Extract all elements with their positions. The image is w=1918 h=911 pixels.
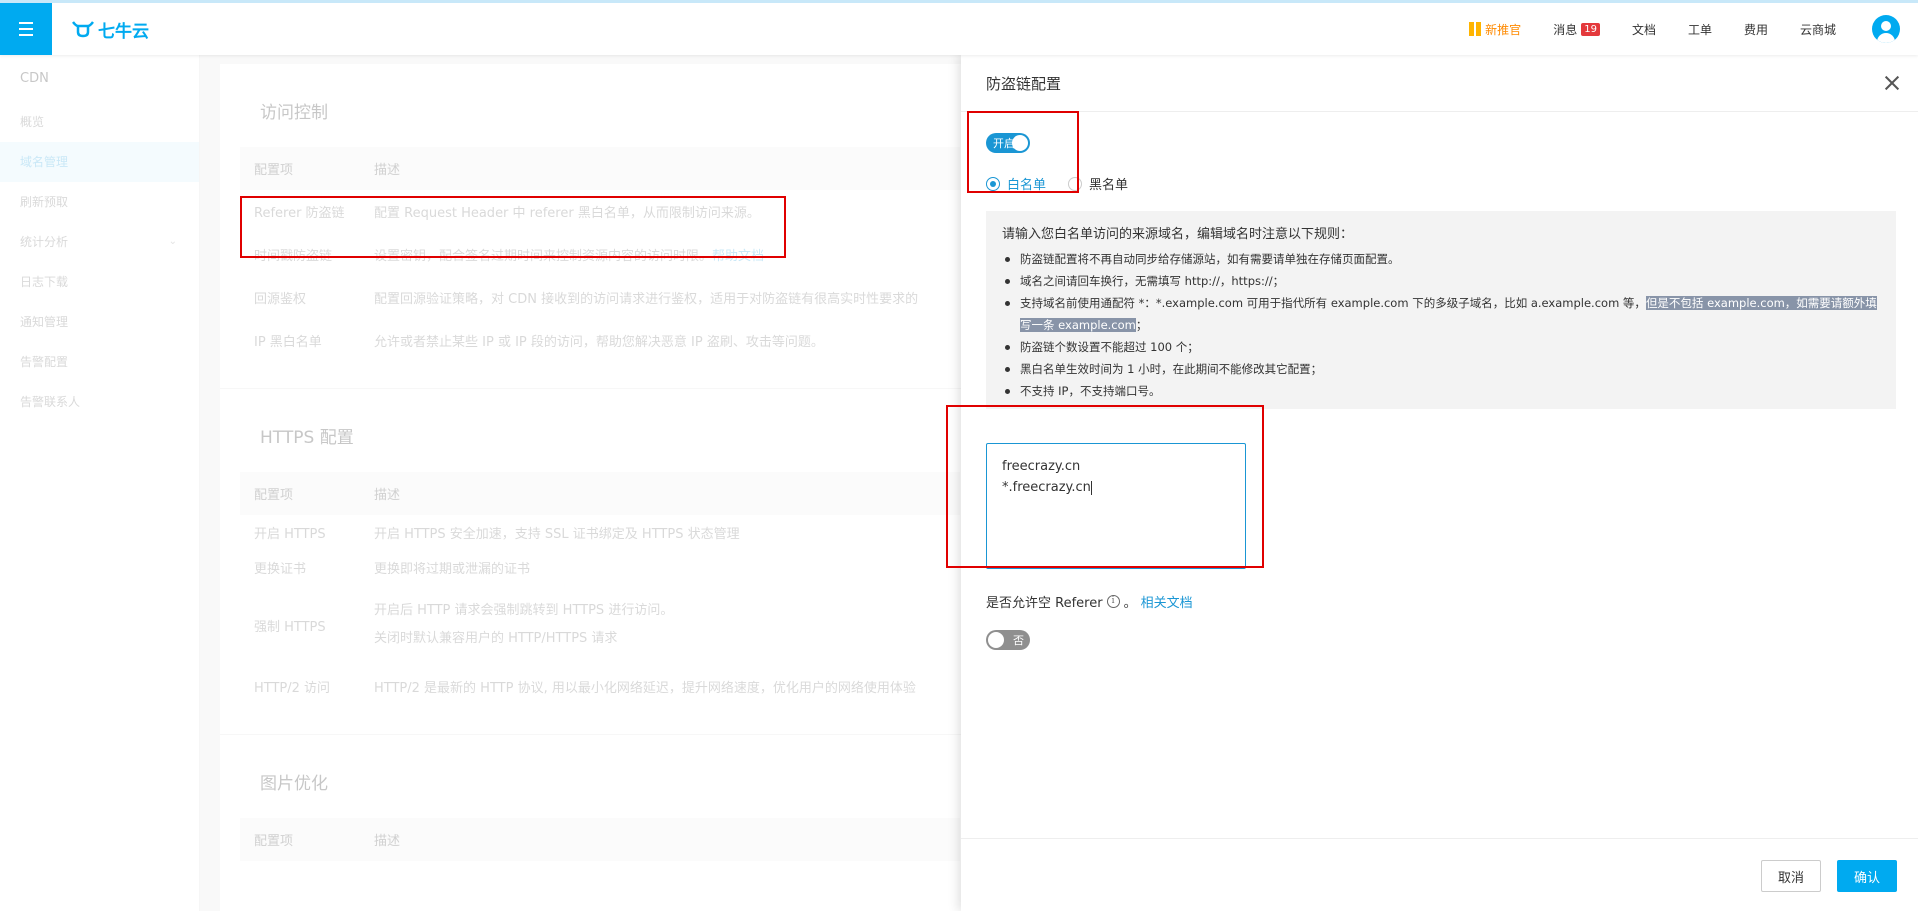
nav-messages-label: 消息 bbox=[1553, 22, 1578, 37]
empty-referer-toggle[interactable]: 否 bbox=[986, 630, 1030, 650]
blacklist-label: 黑名单 bbox=[1089, 178, 1129, 193]
logo-text: 七牛云 bbox=[98, 21, 149, 42]
avatar[interactable] bbox=[1872, 15, 1900, 43]
list-item: 黑白名单生效时间为 1 小时，在此期间不能修改其它配置； bbox=[1002, 358, 1880, 380]
list-item: 不支持 IP，不支持端口号。 bbox=[1002, 380, 1880, 402]
highlight-box bbox=[240, 196, 786, 258]
empty-toggle-label: 否 bbox=[1013, 634, 1024, 647]
gift-icon bbox=[1469, 22, 1482, 36]
rule-tail: ； bbox=[1135, 318, 1148, 332]
allow-empty-label: 是否允许空 Referer bbox=[986, 596, 1103, 611]
top-bar: 七牛云 新推官 消息 19 文档 工单 费用 云商城 bbox=[0, 0, 1918, 55]
logo[interactable]: 七牛云 bbox=[72, 16, 149, 42]
nav-billing[interactable]: 费用 bbox=[1744, 21, 1768, 38]
menu-icon[interactable] bbox=[0, 3, 52, 55]
rules-panel: 请输入您白名单访问的来源域名，编辑域名时注意以下规则： 防盗链配置将不再自动同步… bbox=[986, 211, 1896, 409]
info-icon[interactable]: i bbox=[1106, 595, 1120, 608]
list-item: 支持域名前使用通配符 *：*.example.com 可用于指代所有 examp… bbox=[1002, 292, 1880, 336]
rules-heading: 请输入您白名单访问的来源域名，编辑域名时注意以下规则： bbox=[1002, 227, 1354, 242]
drawer-title: 防盗链配置 bbox=[986, 74, 1062, 93]
toggle-knob bbox=[988, 632, 1004, 648]
nav-new-official-label: 新推官 bbox=[1485, 22, 1522, 37]
messages-badge: 19 bbox=[1581, 22, 1600, 36]
cancel-button[interactable]: 取消 bbox=[1761, 860, 1821, 892]
highlight-box bbox=[946, 405, 1264, 568]
related-docs-link[interactable]: 相关文档 bbox=[1141, 592, 1193, 611]
nav-marketplace[interactable]: 云商城 bbox=[1800, 21, 1836, 38]
overlay-mask[interactable] bbox=[0, 55, 961, 911]
period: 。 bbox=[1123, 596, 1137, 611]
list-item: 防盗链个数设置不能超过 100 个； bbox=[1002, 336, 1880, 358]
top-nav: 新推官 消息 19 文档 工单 费用 云商城 bbox=[1469, 3, 1836, 55]
rules-list: 防盗链配置将不再自动同步给存储源站，如有需要请单独在存储页面配置。 域名之间请回… bbox=[1002, 248, 1880, 402]
list-item: 防盗链配置将不再自动同步给存储源站，如有需要请单独在存储页面配置。 bbox=[1002, 248, 1880, 270]
nav-messages[interactable]: 消息 19 bbox=[1553, 21, 1600, 38]
highlight-box bbox=[967, 111, 1079, 193]
list-item: 域名之间请回车换行，无需填写 http://，https://； bbox=[1002, 270, 1880, 292]
nav-tickets[interactable]: 工单 bbox=[1688, 21, 1712, 38]
drawer-header: 防盗链配置 bbox=[961, 55, 1918, 112]
logo-icon bbox=[72, 21, 94, 38]
close-icon[interactable] bbox=[1882, 73, 1902, 93]
nav-docs[interactable]: 文档 bbox=[1632, 21, 1656, 38]
rule-text: 支持域名前使用通配符 *：*.example.com 可用于指代所有 examp… bbox=[1020, 296, 1646, 310]
confirm-button[interactable]: 确认 bbox=[1837, 860, 1897, 892]
allow-empty-referer: 是否允许空 Referer i 。 相关文档 bbox=[986, 592, 1193, 611]
nav-new-official[interactable]: 新推官 bbox=[1469, 21, 1521, 38]
